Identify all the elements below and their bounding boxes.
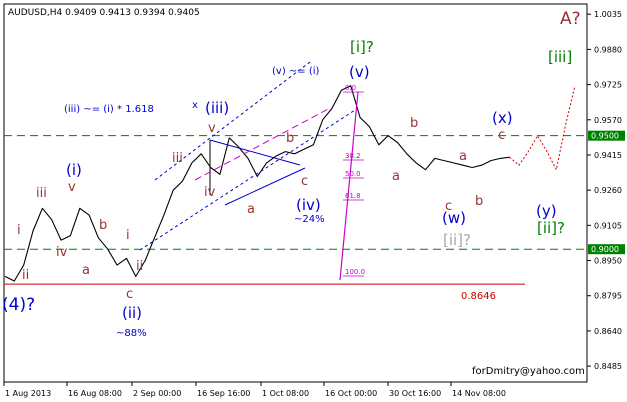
wave-label: ~88% xyxy=(116,328,147,339)
fib-level-label: 61.8 xyxy=(345,192,361,200)
wave-label: iv xyxy=(56,245,68,260)
y-tick-label: 1.0035 xyxy=(594,10,622,19)
wave-label: a xyxy=(392,169,400,184)
x-tick-label: 16 Oct 00:00 xyxy=(325,389,377,398)
y-tick-label: 0.8795 xyxy=(594,292,622,301)
price-chart: AUDUSD,H4 0.9409 0.9413 0.9394 0.9405 0.… xyxy=(2,3,625,398)
y-tick-label: 0.9260 xyxy=(594,186,622,195)
wave-label: x xyxy=(192,100,198,111)
wave-label: iii xyxy=(172,151,183,166)
fib-level-label: 100.0 xyxy=(345,268,365,276)
wave-label: i xyxy=(126,228,130,243)
wave-label: (y) xyxy=(536,202,557,220)
wave-label: ii xyxy=(136,259,143,274)
wave-label: c xyxy=(126,287,133,302)
chart-title: AUDUSD,H4 0.9409 0.9413 0.9394 0.9405 xyxy=(8,8,200,18)
x-tick-label: 1 Aug 2013 xyxy=(5,389,51,398)
wave-label: c xyxy=(301,174,308,189)
wave-label: (v) xyxy=(349,63,370,81)
wave-label: b xyxy=(286,131,294,146)
y-tick-label: 0.9105 xyxy=(594,221,622,230)
wave-label: [i]? xyxy=(350,38,374,56)
wave-label: a xyxy=(459,149,467,164)
wave-label: [iii] xyxy=(548,48,572,66)
x-tick-label: 2 Sep 00:00 xyxy=(133,389,181,398)
fib-level-label: 50.0 xyxy=(345,170,361,178)
y-tick-label: 0.9725 xyxy=(594,81,622,90)
wave-label: iv xyxy=(204,185,216,200)
y-tick-label: 0.8485 xyxy=(594,362,622,371)
level-tag-label: 0.9500 xyxy=(591,132,619,141)
x-tick-label: 16 Aug 08:00 xyxy=(68,389,122,398)
wave-label: A? xyxy=(560,9,581,29)
wave-label: b xyxy=(410,116,418,131)
wave-label: (i) xyxy=(66,161,82,179)
wave-label: (4)? xyxy=(2,295,35,315)
fib-level-label: 0.0 xyxy=(345,84,356,92)
y-tick-label: 0.9880 xyxy=(594,45,622,54)
wave-label: i xyxy=(17,223,21,238)
wave-label: (w) xyxy=(442,209,466,227)
wave-label: a xyxy=(247,202,255,217)
y-axis: 1.0035 0.9880 0.9725 0.9570 0.9415 0.9260 0.91… xyxy=(587,10,622,371)
wave-label: b xyxy=(99,218,107,233)
wave-label: (iii) ~= (i) * 1.618 xyxy=(64,104,154,115)
y-tick-label: 0.9415 xyxy=(594,151,622,160)
fib-level-label: 38.2 xyxy=(345,152,361,160)
wave-label: (ii) xyxy=(122,304,142,322)
wave-label: (iv) xyxy=(296,196,321,214)
wave-label: ~24% xyxy=(294,214,325,225)
wave-label: [ii]? xyxy=(537,219,565,237)
level-tag-label: 0.9000 xyxy=(591,245,619,254)
y-tick-label: 0.8950 xyxy=(594,257,622,266)
wave-label: forDmitry@yahoo.com xyxy=(472,366,585,377)
wave-label: [ii]? xyxy=(443,231,471,249)
wave-label: c xyxy=(498,128,505,143)
wave-label: 0.8646 xyxy=(461,291,496,302)
y-tick-label: 0.9570 xyxy=(594,116,622,125)
wave-label: v xyxy=(68,180,76,195)
x-tick-label: 1 Oct 08:00 xyxy=(262,389,309,398)
x-tick-label: 14 Nov 08:00 xyxy=(452,389,506,398)
x-tick-label: 30 Oct 16:00 xyxy=(389,389,441,398)
x-axis: 1 Aug 2013 16 Aug 08:00 2 Sep 00:00 16 Sep … xyxy=(3,382,506,398)
wave-label: (v) ~= (i) xyxy=(272,66,320,77)
wave-label: (x) xyxy=(492,109,513,127)
x-tick-label: 16 Sep 16:00 xyxy=(197,389,250,398)
y-tick-label: 0.8640 xyxy=(594,327,622,336)
wave-label: ii xyxy=(22,268,29,283)
wave-label: b xyxy=(475,194,483,209)
plot-frame xyxy=(3,3,588,383)
wave-label: (iii) xyxy=(205,99,229,117)
wave-label: v xyxy=(208,121,216,136)
wave-label: a xyxy=(82,263,90,278)
wave-label: iii xyxy=(36,186,47,201)
